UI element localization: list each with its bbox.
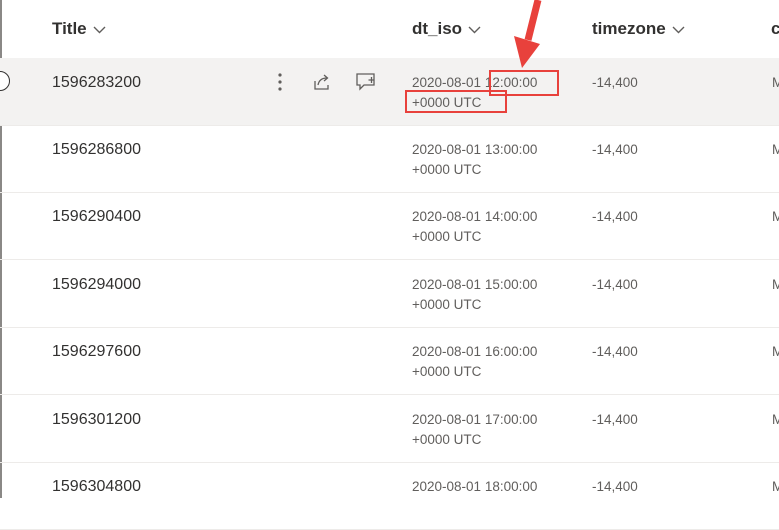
column-header-title-label: Title <box>52 19 87 38</box>
row-timezone: -14,400 <box>592 412 638 427</box>
row-dt-date: 2020-08-01 <box>412 75 482 90</box>
row-partial-cell: M <box>772 209 779 224</box>
row-dt-date: 2020-08-01 <box>412 479 482 494</box>
row-title[interactable]: 1596304800 <box>52 478 141 496</box>
table-row[interactable]: 1596297600 2020-08-01 16:00:00 +0000 UTC… <box>0 327 779 395</box>
row-partial-cell: M <box>772 479 779 494</box>
row-dt-iso-line1: 2020-08-01 15:00:00 <box>412 277 537 292</box>
row-dt-date: 2020-08-01 <box>412 412 482 427</box>
add-comment-icon[interactable] <box>354 70 378 94</box>
row-dt-offset: +0000 UTC <box>412 229 482 244</box>
column-header-timezone-label: timezone <box>592 19 666 38</box>
column-header-timezone[interactable]: timezone <box>592 19 685 39</box>
row-partial-cell: M <box>772 75 779 90</box>
row-timezone: -14,400 <box>592 277 638 292</box>
row-title[interactable]: 1596290400 <box>52 208 141 226</box>
column-header-title[interactable]: Title <box>52 19 106 39</box>
row-dt-time: 17:00:00 <box>484 412 538 427</box>
row-title[interactable]: 1596297600 <box>52 343 141 361</box>
row-timezone: -14,400 <box>592 344 638 359</box>
row-dt-time: 15:00:00 <box>484 277 538 292</box>
row-dt-iso-line1: 2020-08-01 18:00:00 <box>412 479 537 494</box>
row-timezone: -14,400 <box>592 209 638 224</box>
chevron-down-icon <box>672 26 685 34</box>
table-row[interactable]: 1596283200 2020-08-01 12:00:00 +0000 UTC… <box>0 58 779 126</box>
row-partial-cell: M <box>772 142 779 157</box>
chevron-down-icon <box>93 26 106 34</box>
row-dt-offset: +0000 UTC <box>412 162 482 177</box>
share-icon[interactable] <box>310 70 334 94</box>
row-title[interactable]: 1596283200 <box>52 74 141 92</box>
row-dt-offset: +0000 UTC <box>412 297 482 312</box>
row-dt-time: 14:00:00 <box>484 209 538 224</box>
row-dt-time: 16:00:00 <box>484 344 538 359</box>
table-row[interactable]: 1596301200 2020-08-01 17:00:00 +0000 UTC… <box>0 395 779 463</box>
table-row[interactable]: 1596304800 2020-08-01 18:00:00 -14,400 M <box>0 462 779 530</box>
row-dt-date: 2020-08-01 <box>412 277 482 292</box>
row-dt-time: 18:00:00 <box>484 479 538 494</box>
row-dt-offset: +0000 UTC <box>412 432 482 447</box>
column-header-row: Title dt_iso timezone c <box>0 0 779 58</box>
row-dt-date: 2020-08-01 <box>412 344 482 359</box>
row-dt-iso-line1: 2020-08-01 17:00:00 <box>412 412 537 427</box>
row-partial-cell: M <box>772 344 779 359</box>
chevron-down-icon <box>468 26 481 34</box>
row-select-radio[interactable] <box>0 71 10 91</box>
row-dt-iso-line1: 2020-08-01 14:00:00 <box>412 209 537 224</box>
row-title[interactable]: 1596301200 <box>52 411 141 429</box>
row-dt-date: 2020-08-01 <box>412 142 482 157</box>
table-row[interactable]: 1596294000 2020-08-01 15:00:00 +0000 UTC… <box>0 260 779 328</box>
column-header-dt-iso-label: dt_iso <box>412 19 463 38</box>
row-dt-time: 13:00:00 <box>484 142 538 157</box>
row-dt-iso-line1: 2020-08-01 16:00:00 <box>412 344 537 359</box>
row-timezone: -14,400 <box>592 142 638 157</box>
row-partial-cell: M <box>772 277 779 292</box>
table-row[interactable]: 1596286800 2020-08-01 13:00:00 +0000 UTC… <box>0 125 779 193</box>
row-dt-date: 2020-08-01 <box>412 209 482 224</box>
column-header-partial-label: c <box>771 19 779 38</box>
row-title[interactable]: 1596286800 <box>52 141 141 159</box>
offset-highlight-box <box>405 90 507 113</box>
red-arrow-pointing-down <box>514 0 542 68</box>
column-header-dt-iso[interactable]: dt_iso <box>412 19 481 39</box>
row-dt-iso-line1: 2020-08-01 13:00:00 <box>412 142 537 157</box>
row-timezone: -14,400 <box>592 479 638 494</box>
more-options-icon[interactable] <box>268 70 292 94</box>
row-dt-offset: +0000 UTC <box>412 364 482 379</box>
column-header-partial[interactable]: c <box>771 19 779 39</box>
row-timezone: -14,400 <box>592 75 638 90</box>
row-partial-cell: M <box>772 412 779 427</box>
row-title[interactable]: 1596294000 <box>52 276 141 294</box>
table-row[interactable]: 1596290400 2020-08-01 14:00:00 +0000 UTC… <box>0 192 779 260</box>
